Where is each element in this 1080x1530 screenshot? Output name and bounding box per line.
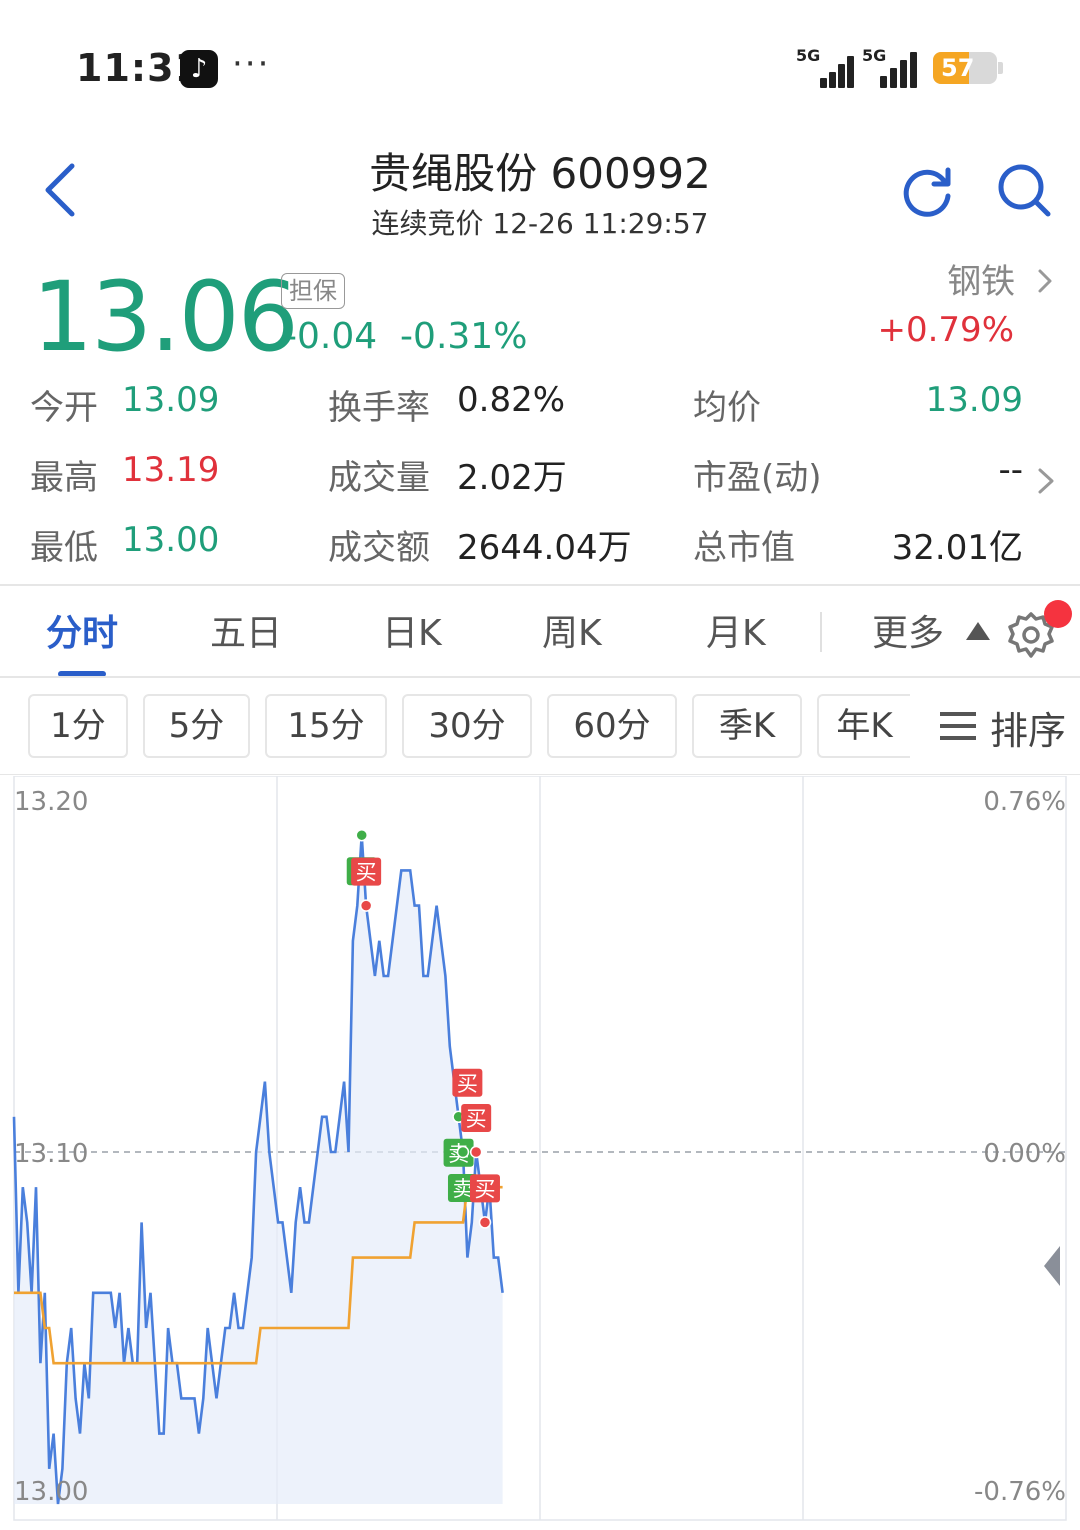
- sector-link[interactable]: 钢铁: [947, 254, 1054, 303]
- signal-icon: 5G: [796, 46, 856, 88]
- marker-label: 买: [474, 1177, 495, 1201]
- stat-volume: 2.02万: [457, 458, 567, 498]
- stat-label: 总市值: [693, 528, 795, 568]
- marker-label: 买: [356, 861, 377, 885]
- stat-avg-price: 13.09: [925, 380, 1023, 420]
- current-price: 13.06: [32, 261, 299, 373]
- interval-15min[interactable]: 15分: [265, 694, 387, 758]
- tab-monthly-k[interactable]: 月K: [706, 604, 766, 656]
- signal-icon: 5G: [862, 46, 922, 88]
- stat-high: 13.19: [122, 450, 220, 490]
- tiktok-icon: ♪: [180, 50, 218, 88]
- interval-5min[interactable]: 5分: [143, 694, 250, 758]
- y-tick-label-right: -0.76%: [974, 1477, 1066, 1507]
- stat-label: 换手率: [328, 388, 430, 428]
- stat-amount: 2644.04万: [457, 528, 632, 568]
- interval-yearly-k[interactable]: 年K: [817, 694, 910, 758]
- caret-up-icon[interactable]: [966, 622, 990, 640]
- tab-weekly-k[interactable]: 周K: [542, 604, 602, 656]
- notification-dot: [1044, 600, 1072, 628]
- stat-label: 成交额: [328, 528, 430, 568]
- expand-panel-caret-icon: [1044, 1246, 1060, 1286]
- chevron-right-icon: [1038, 269, 1052, 293]
- stat-pe: --: [998, 450, 1023, 490]
- interval-1min[interactable]: 1分: [28, 694, 128, 758]
- margin-badge: 担保: [281, 273, 345, 309]
- divider: [0, 676, 1080, 678]
- stat-label: 今开: [30, 388, 98, 428]
- refresh-icon[interactable]: [898, 162, 956, 220]
- sector-change: +0.79%: [877, 310, 1015, 350]
- network-type-label: 5G: [862, 46, 887, 65]
- stat-label: 成交量: [328, 458, 430, 498]
- buy-marker: 买: [351, 857, 382, 912]
- status-bar: 11:31 ♪ ··· 5G 5G 57: [0, 0, 1080, 140]
- interval-30min[interactable]: 30分: [402, 694, 532, 758]
- y-tick-label-left: 13.10: [14, 1139, 88, 1169]
- stat-low: 13.00: [122, 520, 220, 560]
- stat-label: 最高: [30, 458, 98, 498]
- battery-level: 57: [941, 54, 975, 82]
- stat-open: 13.09: [122, 380, 220, 420]
- change-amount: -0.04: [284, 316, 378, 357]
- tab-five-day[interactable]: 五日: [210, 604, 282, 656]
- y-tick-label-left: 13.00: [14, 1477, 88, 1507]
- tab-intraday[interactable]: 分时: [46, 604, 118, 656]
- divider: [0, 584, 1080, 586]
- expand-stats-chevron-icon[interactable]: [1036, 466, 1056, 496]
- network-type-label: 5G: [796, 46, 821, 65]
- marker-label: 买: [457, 1072, 478, 1096]
- stat-label: 最低: [30, 528, 98, 568]
- tab-separator: [820, 612, 822, 652]
- marker-label: 买: [466, 1107, 487, 1131]
- stat-turnover-rate: 0.82%: [457, 380, 566, 420]
- stat-label: 均价: [693, 388, 761, 428]
- y-tick-label-right: 0.00%: [983, 1139, 1066, 1169]
- stat-label: 市盈(动): [693, 458, 822, 498]
- y-tick-label-left: 13.20: [14, 787, 88, 817]
- change-percent: -0.31%: [400, 316, 528, 357]
- tab-daily-k[interactable]: 日K: [382, 604, 442, 656]
- stat-market-cap: 32.01亿: [891, 528, 1023, 568]
- price-area-fill: [14, 835, 503, 1504]
- intraday-chart[interactable]: 卖买卖买卖买买 13.2013.1013.000.76%0.00%-0.76%: [0, 776, 1080, 1530]
- divider: [0, 774, 1080, 775]
- battery-tip: [998, 62, 1003, 74]
- more-notifications-icon: ···: [232, 44, 271, 84]
- interval-quarterly-k[interactable]: 季K: [692, 694, 802, 758]
- tab-more[interactable]: 更多: [872, 604, 944, 656]
- interval-60min[interactable]: 60分: [547, 694, 677, 758]
- battery-icon: 57: [933, 52, 997, 84]
- y-tick-label-right: 0.76%: [983, 787, 1066, 817]
- sort-button[interactable]: 排序: [990, 700, 1066, 755]
- sector-name: 钢铁: [947, 262, 1016, 302]
- price-change: -0.04 -0.31%: [284, 316, 527, 357]
- search-icon[interactable]: [994, 160, 1054, 220]
- sort-list-icon[interactable]: [938, 710, 978, 742]
